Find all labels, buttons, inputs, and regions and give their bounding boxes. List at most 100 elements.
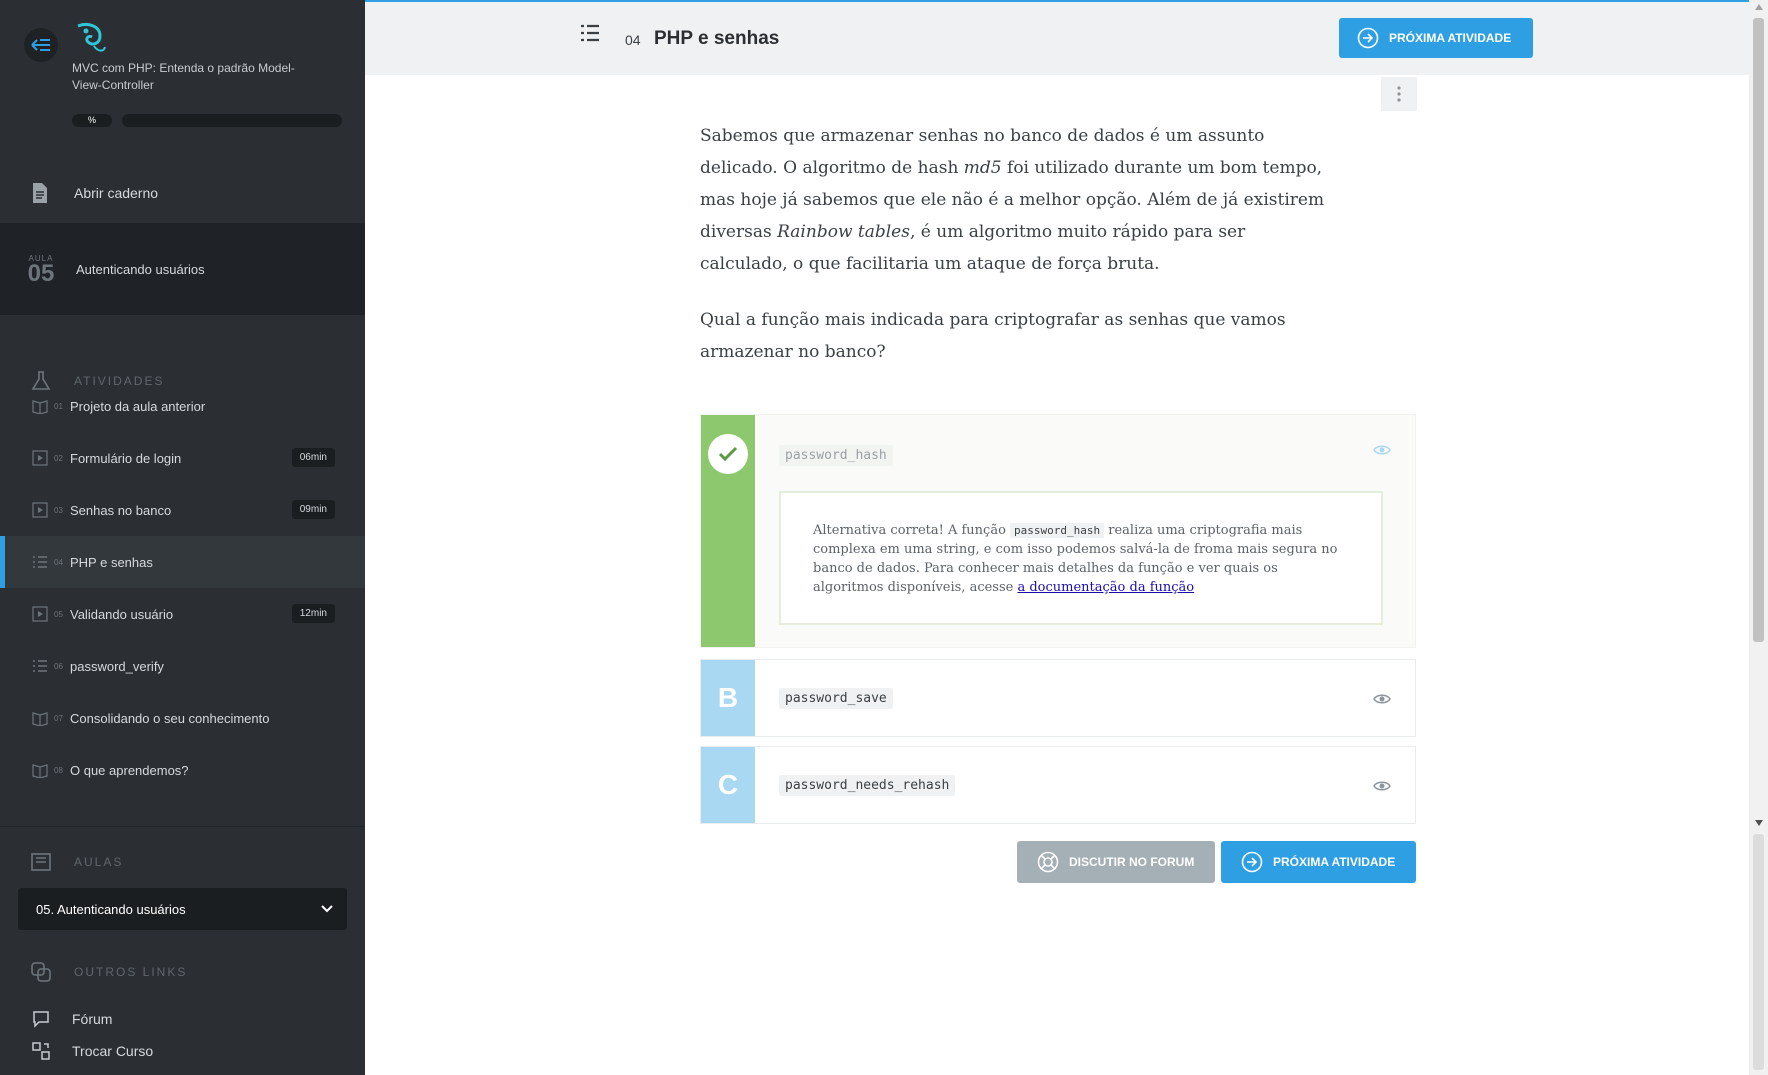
- course-title: MVC com PHP: Entenda o padrão Model-View…: [72, 61, 295, 92]
- alternative-letter: C: [701, 747, 755, 823]
- back-button[interactable]: [24, 28, 58, 62]
- alternative-letter: B: [701, 660, 755, 736]
- activity-list: 01 Projeto da aula anterior 02 Formulári…: [0, 380, 365, 796]
- lesson-title: Autenticando usuários: [76, 261, 205, 277]
- activity-item-05[interactable]: 05 Validando usuário 12min: [0, 588, 365, 640]
- sidebar: MVC com PHP: Entenda o padrão Model-View…: [0, 0, 365, 1075]
- links-icon: [31, 962, 51, 982]
- activity-item-01[interactable]: 01 Projeto da aula anterior: [0, 380, 365, 432]
- video-icon: [32, 450, 48, 466]
- activity-label: PHP e senhas: [70, 554, 153, 570]
- activity-list-toggle-icon[interactable]: [580, 24, 600, 42]
- next-activity-label: PRÓXIMA ATIVIDADE: [1273, 855, 1396, 869]
- activity-item-03[interactable]: 03 Senhas no banco 09min: [0, 484, 365, 536]
- question-text: Qual a função mais indicada para criptog…: [700, 310, 1286, 362]
- checkmark-icon: [718, 446, 738, 462]
- documentation-link[interactable]: a documentação da função: [1017, 580, 1194, 595]
- activity-duration-badge: 06min: [291, 448, 335, 467]
- activity-label: Validando usuário: [70, 606, 174, 622]
- discuss-forum-button[interactable]: DISCUTIR NO FORUM: [1017, 841, 1215, 883]
- forum-link[interactable]: Fórum: [0, 1004, 365, 1034]
- activity-duration-badge: 12min: [291, 604, 335, 623]
- list-icon: [33, 660, 47, 672]
- more-options-button[interactable]: [1381, 77, 1417, 111]
- activity-item-06[interactable]: 06 password_verify: [0, 640, 365, 692]
- book-icon: [32, 400, 48, 414]
- page-scrollbar[interactable]: [1749, 0, 1768, 1075]
- activity-label: Formulário de login: [70, 450, 182, 466]
- other-links-heading-label: OUTROS LINKS: [74, 965, 188, 979]
- activity-label: password_verify: [70, 658, 164, 674]
- lesson-select[interactable]: 05. Autenticando usuários: [18, 888, 347, 930]
- next-activity-label: PRÓXIMA ATIVIDADE: [1389, 31, 1512, 45]
- activity-number: 08: [54, 765, 63, 775]
- activity-duration-badge: 09min: [291, 500, 335, 519]
- sidebar-header: MVC com PHP: Entenda o padrão Model-View…: [0, 0, 365, 160]
- lesson-number: AULA 05: [24, 254, 58, 287]
- list-icon: [33, 556, 47, 568]
- lifebuoy-icon: [1037, 851, 1059, 873]
- scroll-down-arrow[interactable]: [1749, 820, 1768, 832]
- activity-number: 07: [54, 713, 63, 723]
- video-icon: [32, 502, 48, 518]
- video-icon: [32, 606, 48, 622]
- forum-icon: [33, 1011, 49, 1028]
- next-activity-button-top[interactable]: PRÓXIMA ATIVIDADE: [1339, 18, 1533, 58]
- alternative-feedback: Alternativa correta! A função password_h…: [779, 491, 1383, 625]
- aulas-heading-label: AULAS: [74, 855, 124, 869]
- forum-link-label: Fórum: [72, 1011, 113, 1027]
- activity-item-08[interactable]: 08 O que aprendemos?: [0, 744, 365, 796]
- open-notebook-link[interactable]: Abrir caderno: [0, 163, 365, 223]
- switch-course-link[interactable]: Trocar Curso: [0, 1036, 365, 1066]
- document-icon: [33, 183, 47, 203]
- alternative-a[interactable]: password_hash Alternativa correta! A fun…: [700, 414, 1416, 648]
- alternative-c[interactable]: C password_needs_rehash: [700, 746, 1416, 824]
- activity-item-02[interactable]: 02 Formulário de login 06min: [0, 432, 365, 484]
- activity-label: Senhas no banco: [70, 502, 172, 518]
- activity-number: 06: [54, 661, 63, 671]
- activity-number: 04: [625, 32, 641, 48]
- inline-code: password_hash: [1010, 523, 1105, 538]
- activity-topbar: 04 PHP e senhas PRÓXIMA ATIVIDADE: [365, 2, 1749, 75]
- alternative-code: password_hash: [779, 445, 893, 466]
- alternative-code: password_save: [779, 688, 893, 709]
- alternative-b[interactable]: B password_save: [700, 659, 1416, 737]
- scrollbar-thumb[interactable]: [1753, 18, 1764, 642]
- eye-icon[interactable]: [1373, 443, 1391, 457]
- triangle-up-icon: [1754, 4, 1763, 10]
- activity-number: 03: [54, 505, 63, 515]
- progress-percent: %: [72, 114, 112, 127]
- open-notebook-label: Abrir caderno: [74, 185, 159, 201]
- scrollbar-thumb-secondary[interactable]: [1753, 834, 1764, 1070]
- question-intro: Sabemos que armazenar senhas no banco de…: [700, 126, 1325, 274]
- sidebar-divider: [0, 826, 365, 827]
- lesson-select-value: 05. Autenticando usuários: [36, 901, 186, 917]
- activity-label: Projeto da aula anterior: [70, 398, 206, 414]
- lesson-number-value: 05: [27, 259, 55, 287]
- book-icon: [32, 712, 48, 726]
- page-title: PHP e senhas: [654, 28, 780, 49]
- triangle-down-icon: [1754, 820, 1763, 826]
- eye-icon[interactable]: [1373, 779, 1391, 793]
- current-lesson[interactable]: AULA 05 Autenticando usuários: [0, 223, 365, 315]
- switch-course-icon: [32, 1042, 50, 1060]
- activity-number: 02: [54, 453, 63, 463]
- activity-item-04[interactable]: 04 PHP e senhas: [0, 536, 365, 588]
- next-activity-button-bottom[interactable]: PRÓXIMA ATIVIDADE: [1221, 841, 1416, 883]
- activity-item-07[interactable]: 07 Consolidando o seu conhecimento: [0, 692, 365, 744]
- discuss-forum-label: DISCUTIR NO FORUM: [1069, 855, 1195, 869]
- lessons-icon: [31, 853, 51, 871]
- scroll-up-arrow[interactable]: [1749, 4, 1768, 16]
- switch-course-link-label: Trocar Curso: [72, 1043, 154, 1059]
- aulas-heading: AULAS: [0, 847, 365, 877]
- activity-label: Consolidando o seu conhecimento: [70, 710, 270, 726]
- arrow-right-circle-icon: [1241, 851, 1263, 873]
- activity-number: 05: [54, 609, 63, 619]
- arrow-right-circle-icon: [1357, 27, 1379, 49]
- kebab-menu-icon: [1397, 86, 1401, 102]
- activity-content: Sabemos que armazenar senhas no banco de…: [700, 120, 1330, 392]
- alternative-code: password_needs_rehash: [779, 775, 956, 796]
- chameleon-logo-icon: [77, 22, 106, 52]
- eye-icon[interactable]: [1373, 692, 1391, 706]
- correct-marker: [701, 415, 755, 647]
